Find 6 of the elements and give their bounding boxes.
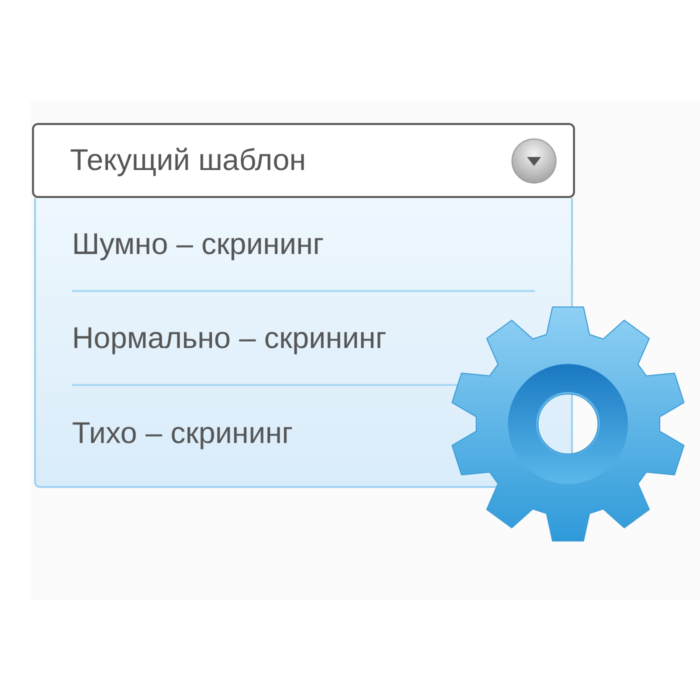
dropdown-value: Текущий шаблон (70, 143, 306, 179)
option-item[interactable]: Шумно – скрининг (72, 222, 324, 266)
option-item[interactable]: Тихо – скрининг (72, 410, 293, 456)
caret-icon[interactable] (511, 138, 557, 184)
dropdown[interactable]: Текущий шаблон (32, 123, 575, 198)
option-item[interactable]: Нормально – скрининг (72, 316, 386, 360)
